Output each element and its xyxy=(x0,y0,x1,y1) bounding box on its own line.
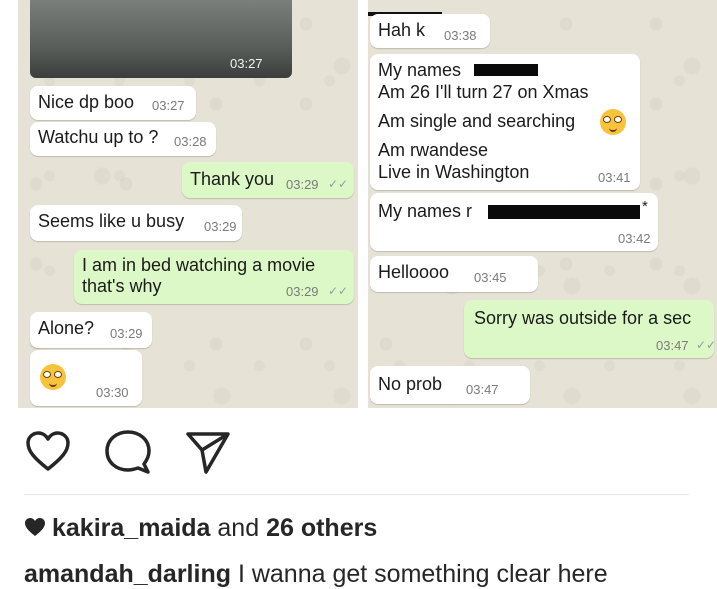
message-text-line4: Am rwandese xyxy=(378,140,489,160)
caption-username[interactable]: amandah_darling xyxy=(24,560,231,588)
message-text-line3: Am single and searching xyxy=(378,111,576,131)
incoming-message: Watchu up to ? 03:28 xyxy=(30,122,216,156)
divider xyxy=(24,494,689,495)
message-text: No prob xyxy=(378,374,443,394)
message-text: Helloooo xyxy=(378,262,450,282)
message-time: 03:29 xyxy=(286,177,319,192)
likes-summary[interactable]: kakira_maida and 26 others xyxy=(24,514,377,543)
message-time: 03:45 xyxy=(474,270,507,285)
message-text: Thank you xyxy=(190,169,275,189)
comment-bubble-icon[interactable] xyxy=(104,428,152,476)
redaction-mark xyxy=(474,64,538,76)
incoming-message: Hah k 03:38 xyxy=(370,14,490,48)
incoming-message: Alone? 03:29 xyxy=(30,312,152,348)
caption-text: I wanna get something clear here xyxy=(237,560,608,588)
outgoing-message: Thank you 03:29 ✓✓ xyxy=(182,162,354,198)
message-text: Alone? xyxy=(38,318,95,338)
heart-outline-icon[interactable] xyxy=(24,428,72,476)
incoming-message: No prob 03:47 xyxy=(370,366,530,404)
message-time: 03:47 xyxy=(656,338,689,353)
message-time: 03:28 xyxy=(174,134,207,149)
nerd-face-emoji xyxy=(600,109,626,135)
read-receipt-icon: ✓✓ xyxy=(328,284,349,298)
incoming-message: Seems like u busy 03:29 xyxy=(30,205,242,241)
message-time: 03:47 xyxy=(466,382,499,397)
shared-photo-message: 03:27 xyxy=(30,0,292,78)
incoming-message: My names Am 26 I'll turn 27 on Xmas Am s… xyxy=(370,54,640,190)
redaction-mark xyxy=(488,205,640,219)
message-time: 03:30 xyxy=(96,385,129,400)
post-caption: amandah_darling I wanna get something cl… xyxy=(24,560,608,589)
message-time: 03:29 xyxy=(110,326,143,341)
message-text-line5: Live in Washington xyxy=(378,162,530,182)
incoming-message: Nice dp boo 03:27 xyxy=(30,86,196,120)
message-time: 03:38 xyxy=(444,28,477,43)
message-time: 03:29 xyxy=(204,219,237,234)
message-suffix: * xyxy=(642,198,648,215)
message-text: Sorry was outside for a sec xyxy=(474,308,692,328)
message-time: 03:41 xyxy=(598,170,631,185)
nerd-face-emoji xyxy=(40,364,66,390)
read-receipt-icon: ✓✓ xyxy=(696,338,717,352)
likes-others-count[interactable]: 26 others xyxy=(266,514,377,542)
send-paper-plane-icon[interactable] xyxy=(184,428,232,476)
message-text: Seems like u busy xyxy=(38,211,185,231)
message-time: 03:27 xyxy=(230,56,263,71)
message-time: 03:42 xyxy=(618,231,651,246)
outgoing-message: I am in bed watching a movie that's why … xyxy=(74,250,354,304)
liker-username[interactable]: kakira_maida xyxy=(52,514,210,542)
message-text: Watchu up to ? xyxy=(38,127,159,147)
chat-screenshot-left: 03:27 Nice dp boo 03:27 Watchu up to ? 0… xyxy=(18,0,358,408)
incoming-message: My names r * 03:42 xyxy=(370,193,658,251)
read-receipt-icon: ✓✓ xyxy=(328,177,349,191)
message-time: 03:27 xyxy=(152,98,185,113)
message-text-line2: Am 26 I'll turn 27 on Xmas xyxy=(378,82,589,102)
outgoing-message: Sorry was outside for a sec 03:47 ✓✓ xyxy=(464,300,717,358)
message-text: Hah k xyxy=(378,20,426,40)
incoming-message: 03:30 xyxy=(30,350,142,406)
heart-filled-icon xyxy=(25,518,45,536)
incoming-message: Helloooo 03:45 xyxy=(370,256,538,292)
message-time: 03:29 xyxy=(286,284,319,299)
message-text-line2: that's why xyxy=(82,276,162,296)
message-text-line1: My names xyxy=(378,60,462,80)
message-text: Nice dp boo xyxy=(38,92,135,112)
post-image[interactable]: 03:27 Nice dp boo 03:27 Watchu up to ? 0… xyxy=(18,0,717,408)
likes-connector: and xyxy=(217,514,260,542)
chat-screenshot-right: Hah k 03:38 My names Am 26 I'll turn 27 … xyxy=(368,0,717,408)
message-text: My names r xyxy=(378,201,473,221)
